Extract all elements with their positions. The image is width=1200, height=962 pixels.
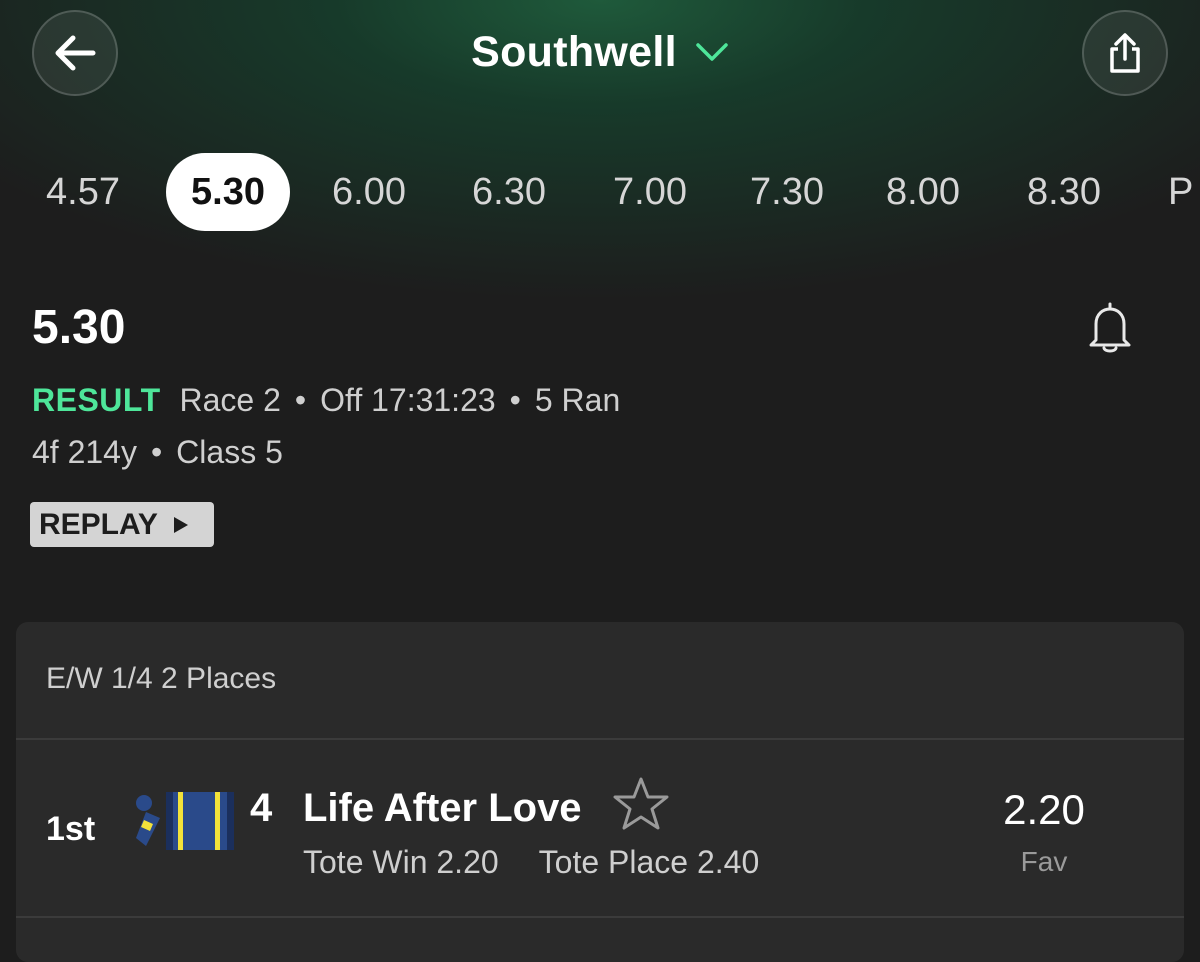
race-details: 4f 214y • Class 5 bbox=[32, 434, 283, 471]
card-header: E/W 1/4 2 Places bbox=[16, 622, 1184, 740]
race-number: Race 2 bbox=[179, 382, 281, 418]
play-icon bbox=[173, 516, 188, 533]
tab-7-30[interactable]: 7.30 bbox=[750, 153, 824, 231]
result-row[interactable]: 1st 4 Life After Love Tote Win 2.20 Tote … bbox=[16, 740, 1184, 918]
bell-icon bbox=[1089, 302, 1131, 353]
tab-7-00[interactable]: 7.00 bbox=[613, 153, 687, 231]
tote-win: Tote Win 2.20 bbox=[303, 844, 499, 880]
starting-price: 2.20 bbox=[1003, 786, 1085, 833]
status-badge: RESULT bbox=[32, 382, 161, 418]
favourite-label: Fav bbox=[1020, 846, 1068, 877]
replay-label: REPLAY bbox=[39, 507, 158, 541]
race-heading: 5.30 bbox=[32, 301, 126, 354]
race-time-tabs: 4.57 5.30 6.00 6.30 7.00 7.30 8.00 8.30 … bbox=[0, 153, 1200, 231]
jockey-silks-icon bbox=[136, 792, 234, 850]
share-button[interactable] bbox=[1082, 10, 1168, 96]
finish-position: 1st bbox=[46, 810, 96, 848]
tote-returns: Tote Win 2.20 Tote Place 2.40 bbox=[303, 844, 759, 881]
separator-dot: • bbox=[294, 382, 307, 418]
each-way-terms: E/W 1/4 2 Places bbox=[46, 662, 277, 695]
tab-5-30[interactable]: 5.30 bbox=[166, 153, 290, 231]
tab-6-30[interactable]: 6.30 bbox=[472, 153, 546, 231]
replay-button[interactable]: REPLAY bbox=[30, 502, 214, 547]
tab-6-00[interactable]: 6.00 bbox=[332, 153, 406, 231]
separator-dot: • bbox=[509, 382, 521, 418]
tab-4-57[interactable]: 4.57 bbox=[46, 153, 120, 231]
results-card: E/W 1/4 2 Places 1st 4 Life After Love T… bbox=[16, 622, 1184, 962]
notification-button[interactable] bbox=[1086, 300, 1134, 359]
tab-partial[interactable]: P bbox=[1168, 153, 1193, 231]
tab-8-30[interactable]: 8.30 bbox=[1027, 153, 1101, 231]
runner-number: 4 bbox=[250, 786, 273, 830]
tote-place: Tote Place 2.40 bbox=[538, 844, 760, 880]
runners-count: 5 Ran bbox=[534, 382, 621, 418]
horse-name[interactable]: Life After Love bbox=[303, 786, 582, 831]
meeting-selector[interactable]: Southwell bbox=[0, 22, 1200, 82]
chevron-down-icon bbox=[696, 43, 728, 61]
share-icon bbox=[1110, 33, 1140, 73]
race-class: Class 5 bbox=[176, 434, 283, 470]
star-icon[interactable] bbox=[612, 776, 670, 832]
race-meta: RESULT Race 2 • Off 17:31:23 • 5 Ran bbox=[32, 382, 620, 419]
race-distance: 4f 214y bbox=[32, 434, 137, 470]
tab-8-00[interactable]: 8.00 bbox=[886, 153, 960, 231]
off-time: Off 17:31:23 bbox=[320, 382, 496, 418]
page-title: Southwell bbox=[471, 27, 677, 76]
separator-dot: • bbox=[150, 434, 163, 470]
